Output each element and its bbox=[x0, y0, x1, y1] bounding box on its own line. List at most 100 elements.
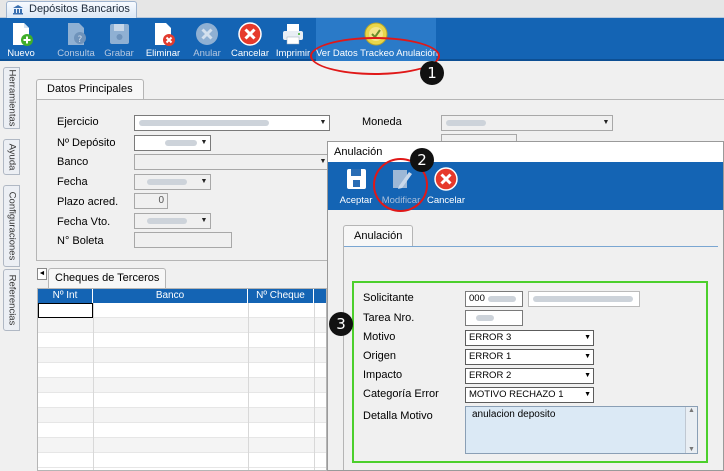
fecha-field[interactable]: ▼ bbox=[134, 174, 211, 190]
deposito-label: Nº Depósito bbox=[57, 137, 116, 149]
moneda-label: Moneda bbox=[362, 116, 402, 128]
tarea-field[interactable] bbox=[465, 310, 523, 326]
cancel-x-icon bbox=[196, 23, 218, 45]
fecha-vto-label: Fecha Vto. bbox=[57, 216, 111, 228]
table-row[interactable] bbox=[38, 438, 326, 453]
table-row[interactable] bbox=[38, 303, 326, 318]
solicitante-value: 000 bbox=[469, 293, 485, 304]
tab-datos-principales[interactable]: Datos Principales bbox=[36, 79, 144, 99]
anular-button[interactable]: Anular bbox=[190, 18, 224, 61]
nuevo-button[interactable]: Nuevo bbox=[4, 18, 38, 61]
side-tab-strip: Herramientas Ayuda Configuraciones Refer… bbox=[0, 63, 22, 471]
grid-divider bbox=[93, 303, 94, 470]
fecha-label: Fecha bbox=[57, 176, 88, 188]
chevron-down-icon: ▼ bbox=[602, 119, 610, 126]
step-badge-1: 1 bbox=[420, 61, 444, 85]
detalle-motivo-textarea[interactable]: anulacion deposito ▲ ▼ bbox=[465, 406, 698, 454]
boleta-label: N° Boleta bbox=[57, 235, 104, 247]
grid-body bbox=[38, 303, 326, 470]
table-row[interactable] bbox=[38, 333, 326, 348]
categoria-select[interactable]: MOTIVO RECHAZO 1 ▼ bbox=[465, 387, 594, 403]
categoria-label: Categoría Error bbox=[363, 388, 439, 400]
grabar-button[interactable]: Grabar bbox=[102, 18, 136, 61]
motivo-select[interactable]: ERROR 3 ▼ bbox=[465, 330, 594, 346]
table-row[interactable] bbox=[38, 378, 326, 393]
side-tab-label: Configuraciones bbox=[6, 191, 17, 261]
chevron-down-icon: ▼ bbox=[319, 119, 327, 126]
dialog-title: Anulación bbox=[328, 142, 723, 162]
eliminar-button[interactable]: Eliminar bbox=[145, 18, 181, 61]
cheques-grid: Nº Int Banco Nº Cheque bbox=[37, 288, 327, 471]
tab-border bbox=[343, 246, 344, 470]
cancel-icon bbox=[238, 22, 262, 46]
side-tab-label: Referencias bbox=[6, 274, 17, 326]
new-document-icon bbox=[13, 23, 33, 46]
side-tab-herramientas[interactable]: Herramientas bbox=[3, 67, 20, 129]
anular-label: Anular bbox=[193, 48, 221, 59]
table-row[interactable] bbox=[38, 348, 326, 363]
table-row[interactable] bbox=[38, 363, 326, 378]
aceptar-button[interactable]: Aceptar bbox=[338, 162, 374, 210]
chevron-down-icon: ▼ bbox=[584, 353, 591, 360]
impacto-label: Impacto bbox=[363, 369, 403, 381]
table-row[interactable] bbox=[38, 393, 326, 408]
grid-header: Nº Int Banco Nº Cheque bbox=[38, 289, 326, 303]
categoria-value: MOTIVO RECHAZO 1 bbox=[469, 389, 564, 400]
textarea-scrollbar[interactable]: ▲ ▼ bbox=[685, 407, 697, 453]
grabar-label: Grabar bbox=[104, 48, 134, 59]
origen-label: Origen bbox=[363, 350, 397, 362]
imprimir-button[interactable]: Imprimir bbox=[274, 18, 312, 61]
table-row[interactable] bbox=[38, 318, 326, 333]
impacto-select[interactable]: ERROR 2 ▼ bbox=[465, 368, 594, 384]
side-tab-ayuda[interactable]: Ayuda bbox=[3, 139, 20, 175]
cancelar-label: Cancelar bbox=[230, 48, 270, 59]
dialog-cancelar-button[interactable]: Cancelar bbox=[426, 162, 466, 210]
plazo-field[interactable]: 0 bbox=[134, 193, 168, 209]
col-header-nro-int[interactable]: Nº Int bbox=[38, 289, 93, 303]
tab-cheques-terceros[interactable]: Cheques de Terceros bbox=[48, 268, 167, 288]
table-row[interactable] bbox=[38, 423, 326, 438]
svg-text:?: ? bbox=[78, 35, 83, 45]
imprimir-label: Imprimir bbox=[275, 48, 311, 59]
chevron-down-icon: ▼ bbox=[200, 178, 208, 185]
grid-divider bbox=[314, 303, 315, 470]
window-tab-depositos[interactable]: Depósitos Bancarios bbox=[6, 1, 137, 18]
grid-divider bbox=[248, 303, 249, 470]
motivo-value: ERROR 3 bbox=[469, 332, 512, 343]
boleta-field[interactable] bbox=[134, 232, 232, 248]
tab-divider bbox=[343, 246, 718, 247]
tab-anulacion[interactable]: Anulación bbox=[343, 225, 414, 246]
banco-select[interactable]: ▼ bbox=[134, 154, 330, 170]
cancelar-button[interactable]: Cancelar bbox=[230, 18, 270, 61]
fecha-vto-field[interactable]: ▼ bbox=[134, 213, 211, 229]
table-row[interactable] bbox=[38, 453, 326, 468]
chevron-down-icon: ▼ bbox=[584, 391, 591, 398]
col-header-nro-cheque[interactable]: Nº Cheque bbox=[248, 289, 314, 303]
delete-document-icon bbox=[155, 23, 175, 46]
ejercicio-select[interactable]: ▼ bbox=[134, 115, 330, 131]
origen-select[interactable]: ERROR 1 ▼ bbox=[465, 349, 594, 365]
col-header-banco[interactable]: Banco bbox=[93, 289, 248, 303]
side-tab-label: Ayuda bbox=[6, 143, 17, 171]
side-tab-referencias[interactable]: Referencias bbox=[3, 269, 20, 331]
moneda-select[interactable]: ▼ bbox=[441, 115, 613, 131]
side-tab-label: Herramientas bbox=[6, 69, 17, 127]
scroll-left-arrow-icon[interactable]: ◄ bbox=[37, 268, 47, 280]
printer-icon bbox=[283, 24, 303, 45]
solicitante-name-field[interactable] bbox=[528, 291, 640, 307]
solicitante-field[interactable]: 000 bbox=[465, 291, 523, 307]
table-row[interactable] bbox=[38, 408, 326, 423]
chevron-up-icon[interactable]: ▲ bbox=[688, 407, 695, 414]
query-icon: ? bbox=[68, 23, 86, 45]
step-badge-3: 3 bbox=[329, 312, 353, 336]
save-icon bbox=[110, 24, 129, 44]
cancel-icon bbox=[434, 167, 458, 191]
chevron-down-icon[interactable]: ▼ bbox=[688, 446, 695, 453]
deposito-field[interactable]: ▼ bbox=[134, 135, 211, 151]
plazo-label: Plazo acred. bbox=[57, 196, 119, 208]
window-title: Depósitos Bancarios bbox=[29, 3, 130, 15]
consulta-button[interactable]: ? Consulta bbox=[56, 18, 96, 61]
side-tab-configuraciones[interactable]: Configuraciones bbox=[3, 185, 20, 267]
origen-value: ERROR 1 bbox=[469, 351, 512, 362]
eliminar-label: Eliminar bbox=[145, 48, 181, 59]
